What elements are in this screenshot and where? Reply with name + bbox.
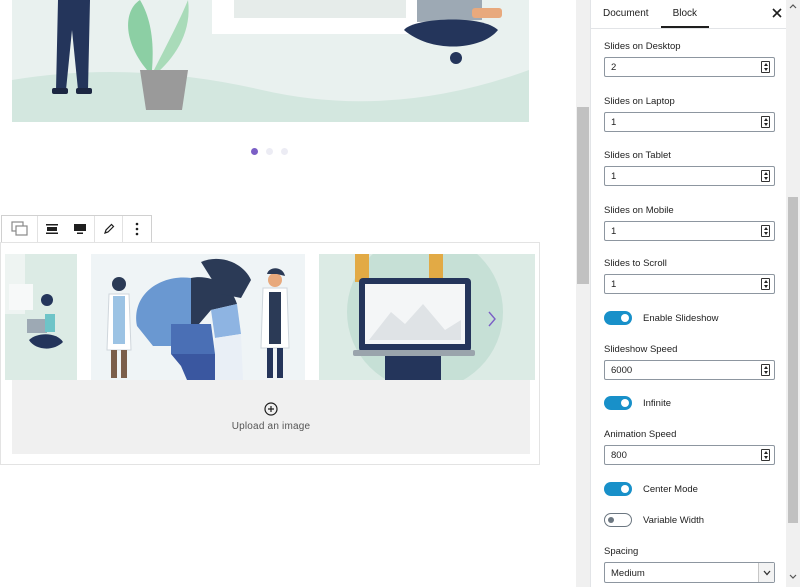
slides-scroll-field: Slides to Scroll 1 (604, 258, 776, 294)
scroll-down-icon[interactable] (789, 572, 797, 580)
upload-image-label: Upload an image (231, 421, 311, 432)
slide-image (91, 254, 305, 380)
input-value: 2 (611, 62, 617, 73)
chevron-right-icon[interactable] (482, 308, 502, 330)
slides-tablet-field: Slides on Tablet 1 (604, 150, 776, 186)
slides-tablet-input[interactable]: 1 (604, 166, 775, 186)
field-label: Slideshow Speed (604, 344, 678, 355)
sidebar-header: Document Block (591, 0, 800, 29)
carousel-dot[interactable] (266, 148, 273, 155)
field-label: Slides on Mobile (604, 205, 674, 216)
toggle-label: Variable Width (643, 514, 705, 526)
center-mode-toggle[interactable] (604, 482, 632, 496)
editor-scrollbar-thumb[interactable] (577, 107, 589, 284)
number-spinner[interactable] (761, 170, 770, 182)
animation-speed-field: Animation Speed 800 (604, 429, 776, 465)
settings-sidebar: Document Block Slides on Desktop 2 Slide… (590, 0, 800, 587)
field-label: Slides on Desktop (604, 41, 681, 52)
align-center-icon[interactable] (38, 216, 66, 242)
select-value: Medium (611, 568, 645, 579)
enable-slideshow-row: Enable Slideshow (604, 311, 719, 325)
infinite-toggle[interactable] (604, 396, 632, 410)
slides-mobile-input[interactable]: 1 (604, 221, 775, 241)
align-wide-icon[interactable] (66, 216, 94, 242)
infinite-row: Infinite (604, 396, 671, 410)
field-label: Slides on Laptop (604, 96, 675, 107)
number-spinner[interactable] (761, 116, 770, 128)
slides-mobile-field: Slides on Mobile 1 (604, 205, 776, 241)
tab-block[interactable]: Block (660, 0, 710, 28)
carousel-dot[interactable] (251, 148, 258, 155)
variable-width-toggle[interactable] (604, 513, 632, 527)
sidebar-scrollbar[interactable] (786, 0, 800, 587)
input-value: 1 (611, 171, 617, 182)
block-toolbar (1, 215, 152, 243)
number-spinner[interactable] (761, 449, 770, 461)
number-spinner[interactable] (761, 225, 770, 237)
spacing-field: Spacing Medium (604, 546, 776, 583)
carousel-dot[interactable] (281, 148, 288, 155)
slides-desktop-input[interactable]: 2 (604, 57, 775, 77)
slides-desktop-field: Slides on Desktop 2 (604, 41, 776, 77)
chevron-down-icon[interactable] (758, 563, 774, 582)
slides-laptop-input[interactable]: 1 (604, 112, 775, 132)
more-vertical-icon[interactable] (123, 216, 151, 242)
input-value: 1 (611, 279, 617, 290)
toggle-label: Infinite (643, 397, 671, 409)
carousel-dots (251, 148, 288, 155)
field-label: Slides on Tablet (604, 150, 671, 161)
number-spinner[interactable] (761, 278, 770, 290)
slide-image (319, 254, 535, 380)
pencil-icon[interactable] (95, 216, 123, 242)
input-value: 800 (611, 450, 627, 461)
number-spinner[interactable] (761, 61, 770, 73)
number-spinner[interactable] (761, 364, 770, 376)
field-label: Spacing (604, 546, 639, 557)
close-icon[interactable] (770, 6, 784, 20)
input-value: 1 (611, 117, 617, 128)
slides-laptop-field: Slides on Laptop 1 (604, 96, 776, 132)
slideshow-speed-input[interactable]: 6000 (604, 360, 775, 380)
slides-scroll-input[interactable]: 1 (604, 274, 775, 294)
variable-width-row: Variable Width (604, 513, 704, 527)
center-mode-row: Center Mode (604, 482, 698, 496)
slideshow-speed-field: Slideshow Speed 6000 (604, 344, 776, 380)
editor-scrollbar[interactable] (576, 0, 590, 587)
field-label: Slides to Scroll (604, 258, 667, 269)
input-value: 1 (611, 226, 617, 237)
enable-slideshow-toggle[interactable] (604, 311, 632, 325)
slide-image (5, 254, 77, 380)
toggle-label: Center Mode (643, 483, 698, 495)
hero-slide-image (12, 0, 529, 122)
plus-circle-icon (264, 402, 278, 416)
sidebar-scrollbar-thumb[interactable] (788, 197, 798, 523)
slider-block[interactable]: Upload an image (0, 242, 540, 465)
upload-image-area[interactable]: Upload an image (12, 380, 530, 454)
animation-speed-input[interactable]: 800 (604, 445, 775, 465)
field-label: Animation Speed (604, 429, 677, 440)
gallery-icon[interactable] (2, 216, 38, 242)
editor-canvas: Upload an image (0, 0, 576, 587)
toggle-label: Enable Slideshow (643, 312, 719, 324)
input-value: 6000 (611, 365, 633, 376)
scroll-up-icon[interactable] (789, 2, 797, 10)
tab-document[interactable]: Document (591, 0, 661, 28)
alignment-group (38, 216, 95, 242)
spacing-select[interactable]: Medium (604, 562, 775, 583)
